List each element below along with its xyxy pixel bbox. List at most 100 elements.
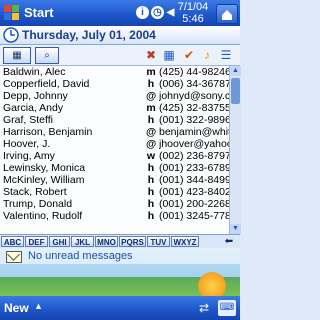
contact-row[interactable]: Baldwin, Alec m(425) 44-9824635	[0, 66, 229, 78]
contact-type-icon: w	[146, 150, 156, 162]
alarm-bell-icon[interactable]: ♪	[200, 48, 214, 62]
date-bar: Thursday, July 01, 2004	[0, 26, 240, 45]
alpha-tab-mno[interactable]: MNO	[95, 236, 118, 247]
scroll-up-arrow-icon[interactable]: ▲	[230, 66, 241, 76]
contact-type-icon: @	[146, 90, 157, 102]
contact-name: Garcia, Andy	[3, 102, 64, 114]
contact-value: (425) 44-9824635	[159, 66, 229, 78]
date-short: 7/1/04	[177, 1, 209, 13]
alpha-tab-abc[interactable]: ABC	[1, 236, 24, 247]
contact-row[interactable]: Irving, Amy w(002) 236-8797563	[0, 150, 229, 162]
messages-status: No unread messages	[28, 250, 133, 262]
contact-value: (006) 34-3678754	[159, 78, 229, 90]
current-date: Thursday, July 01, 2004	[22, 28, 156, 42]
contact-row[interactable]: Garcia, Andy m(425) 32-8375546	[0, 102, 229, 114]
contact-row[interactable]: Lewinsky, Monica h (001) 233-6789774	[0, 162, 229, 174]
contact-value: (002) 236-8797563	[159, 150, 229, 162]
contact-type-icon: h	[147, 162, 155, 174]
calendar-icon[interactable]	[3, 27, 19, 43]
contact-type-icon: m	[146, 66, 156, 78]
home-button[interactable]	[216, 4, 238, 24]
contact-row[interactable]: Stack, Robert h (001) 423-8402774	[0, 186, 229, 198]
windows-flag-icon[interactable]	[4, 5, 20, 21]
search-icon: ⌕	[44, 50, 50, 61]
tasks-icon[interactable]: ✔	[182, 48, 196, 62]
alpha-tab-wxyz[interactable]: WXYZ	[171, 236, 199, 247]
alpha-tab-def[interactable]: DEF	[25, 236, 48, 247]
contact-type-icon: m	[146, 102, 156, 114]
clock-icon[interactable]: ◷	[151, 6, 164, 19]
contact-value: (001) 200-2268787	[159, 198, 229, 210]
contact-name: Harrison, Benjamin	[3, 126, 93, 138]
contact-type-icon: h	[147, 198, 155, 210]
messages-row[interactable]: No unread messages	[0, 248, 240, 264]
contact-row[interactable]: Trump, Donald h (001) 200-2268787	[0, 198, 229, 210]
new-button[interactable]: New	[4, 301, 29, 315]
contact-type-icon: h	[147, 186, 155, 198]
alpha-tab-jkl[interactable]: JKL	[71, 236, 94, 247]
new-menu-arrow-icon[interactable]: ▲	[34, 301, 43, 311]
contact-name: Stack, Robert	[3, 186, 67, 198]
contacts-icon: ▦	[12, 50, 22, 61]
contact-name: Baldwin, Alec	[3, 66, 66, 78]
contact-row[interactable]: Hoover, J. @jhoover@yahoo.com	[0, 138, 229, 150]
contact-type-icon: @	[146, 126, 157, 138]
contact-name: Copperfield, David	[3, 78, 90, 90]
alphabet-tab-bar: ⬅ ABC DEF GHI JKL MNO PQRS TUV WXYZ	[0, 234, 240, 249]
envelope-icon	[6, 251, 22, 263]
search-button[interactable]: ⌕	[35, 47, 59, 64]
time-text: 5:46	[182, 13, 204, 25]
start-menu-button[interactable]: Start	[24, 5, 54, 20]
contact-name: Lewinsky, Monica	[3, 162, 86, 174]
contact-value: benjamin@whitehou	[159, 126, 229, 138]
contact-row[interactable]: Copperfield, David h (006) 34-3678754	[0, 78, 229, 90]
calendar-grid-icon[interactable]: ▦	[162, 48, 176, 62]
scroll-down-arrow-icon[interactable]: ▼	[230, 224, 241, 234]
title-bar: Start i ◷ ◀ 7/1/04 5:46	[0, 0, 240, 26]
contact-row[interactable]: Depp, Johnny @johnyd@sony.com	[0, 90, 229, 102]
contact-value: (001) 322-9896678	[159, 114, 229, 126]
alpha-tab-tuv[interactable]: TUV	[147, 236, 170, 247]
contact-row[interactable]: McKinley, William h (001) 344-8499322	[0, 174, 229, 186]
contacts-view-button[interactable]: ▦	[3, 47, 31, 64]
contact-row[interactable]: Harrison, Benjamin @benjamin@whitehou	[0, 126, 229, 138]
contact-value: (001) 233-6789774	[159, 162, 229, 174]
command-bar: New ▲ ⇄ ⌨	[0, 296, 240, 320]
contact-value: (001) 423-8402774	[159, 186, 229, 198]
alpha-tab-pqrs[interactable]: PQRS	[119, 236, 146, 247]
contact-name: McKinley, William	[3, 174, 85, 186]
clock-display[interactable]: 7/1/04 5:46	[176, 1, 210, 25]
today-messages-area: No unread messages	[0, 248, 240, 296]
info-icon[interactable]: i	[136, 6, 149, 19]
contact-row[interactable]: Valentino, Rudolf h (001) 3245-778977	[0, 210, 229, 222]
back-arrow-icon[interactable]: ⬅	[220, 236, 238, 247]
home-icon	[222, 10, 232, 20]
contact-value: (001) 344-8499322	[159, 174, 229, 186]
contact-name: Irving, Amy	[3, 150, 55, 162]
tools-icon[interactable]: ✖	[144, 48, 158, 62]
keyboard-input-icon[interactable]: ⌨	[218, 300, 236, 316]
scroll-thumb[interactable]	[231, 78, 240, 104]
contact-list: Baldwin, Alecm(425) 44-9824635Copperfiel…	[0, 66, 229, 234]
contact-value: (425) 32-8375546	[159, 102, 229, 114]
contact-name: Depp, Johnny	[3, 90, 68, 102]
contact-value: (001) 3245-778977	[159, 210, 229, 222]
alpha-tab-ghi[interactable]: GHI	[49, 236, 70, 247]
network-icon[interactable]: ⇄	[196, 300, 212, 316]
contact-name: Graf, Steffi	[3, 114, 53, 126]
contact-type-icon: @	[146, 138, 157, 150]
notes-icon[interactable]: ☰	[219, 48, 233, 62]
contact-type-icon: h	[147, 78, 155, 90]
contact-name: Valentino, Rudolf	[3, 210, 83, 222]
contact-name: Hoover, J.	[3, 138, 51, 150]
contact-type-icon: h	[147, 174, 155, 186]
contact-type-icon: h	[147, 114, 155, 126]
contact-type-icon: h	[147, 210, 155, 222]
toolbar: ▦ ⌕ ✖ ▦ ✔ ♪ ☰	[0, 45, 240, 66]
background-flower-image	[198, 272, 226, 296]
contact-value: jhoover@yahoo.com	[159, 138, 229, 150]
contact-list-scrollbar[interactable]: ▲ ▼	[229, 66, 241, 234]
contact-row[interactable]: Graf, Steffi h (001) 322-9896678	[0, 114, 229, 126]
contact-name: Trump, Donald	[3, 198, 73, 210]
contact-value: johnyd@sony.com	[159, 90, 229, 102]
